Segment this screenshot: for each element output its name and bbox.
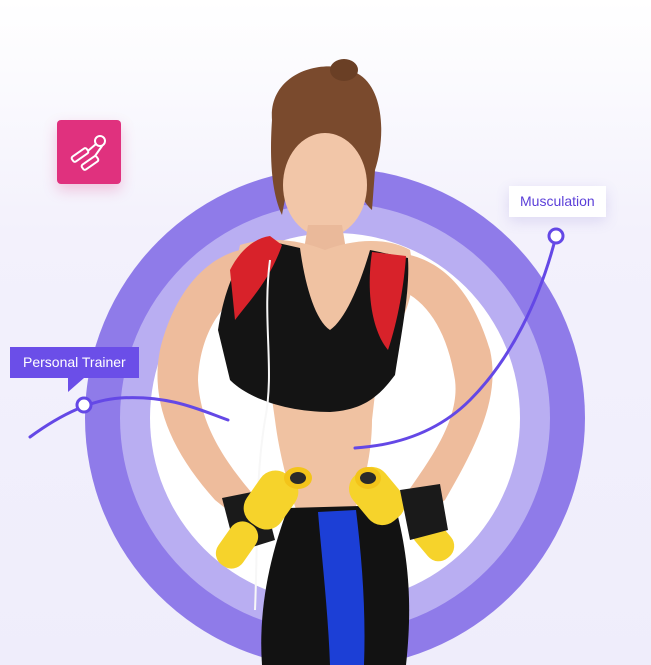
marker-personal-trainer: [75, 396, 93, 414]
hand-gripper-icon: [70, 135, 106, 171]
personal-trainer-text: Personal Trainer: [23, 354, 126, 370]
personal-trainer-label: Personal Trainer: [10, 347, 139, 392]
progress-curve: [28, 227, 565, 450]
musculation-label: Musculation: [509, 186, 606, 217]
musculation-text: Musculation: [520, 193, 595, 209]
fitness-badge: [57, 120, 121, 184]
hero-illustration: Personal Trainer Musculation: [0, 0, 651, 665]
marker-musculation: [547, 227, 565, 245]
label-pointer: [68, 378, 84, 392]
